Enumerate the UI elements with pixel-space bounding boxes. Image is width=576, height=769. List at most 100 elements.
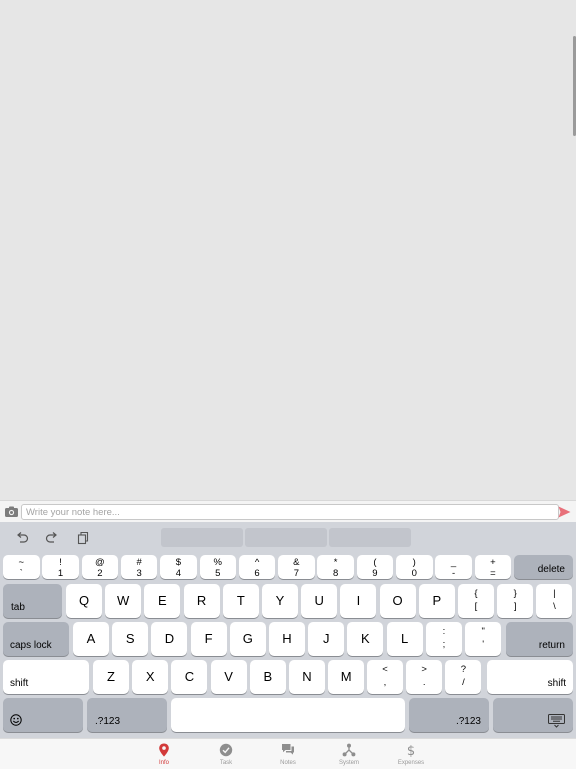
- key-label: [: [474, 601, 478, 612]
- hide-keyboard-key[interactable]: [493, 698, 573, 732]
- numbers-key-left[interactable]: .?123: [87, 698, 167, 732]
- paste-icon[interactable]: [76, 531, 90, 545]
- symbol-key[interactable]: {[: [458, 584, 494, 618]
- tab-system[interactable]: System: [319, 739, 379, 769]
- key-label: I: [356, 593, 361, 608]
- return-key[interactable]: return: [506, 622, 573, 656]
- number-key[interactable]: (9: [356, 555, 394, 579]
- tab-task[interactable]: Task: [196, 739, 256, 769]
- key-label: <: [382, 664, 388, 675]
- delete-key[interactable]: delete: [514, 555, 573, 579]
- key-label: ?: [460, 664, 467, 675]
- letter-key[interactable]: Y: [262, 584, 298, 618]
- letter-key[interactable]: A: [73, 622, 109, 656]
- tab-label: Expenses: [397, 760, 425, 766]
- number-key[interactable]: & 7: [278, 555, 315, 579]
- key-label: J: [322, 631, 330, 646]
- number-key[interactable]: ! 1: [42, 555, 79, 579]
- symbol-key[interactable]: | \: [536, 584, 573, 618]
- tab-info[interactable]: Info: [134, 739, 194, 769]
- number-key[interactable]: % 5: [199, 555, 236, 579]
- shift-key-right[interactable]: shift: [487, 660, 573, 694]
- symbol-key[interactable]: " ': [465, 622, 502, 656]
- emoji-icon: [10, 714, 22, 726]
- suggestion-slot-2[interactable]: [245, 528, 327, 547]
- number-key[interactable]: _ -: [435, 555, 472, 579]
- letter-key[interactable]: Z: [93, 660, 129, 694]
- key-label: T: [236, 593, 245, 608]
- key-label: #: [136, 557, 142, 568]
- camera-icon[interactable]: [4, 505, 19, 519]
- key-label: K: [361, 631, 370, 646]
- letter-key[interactable]: U: [301, 584, 338, 618]
- key-label: ^: [254, 557, 260, 568]
- undo-icon[interactable]: [15, 531, 29, 545]
- letter-key[interactable]: P: [418, 584, 455, 618]
- symbol-key[interactable]: >.: [406, 660, 443, 694]
- letter-key[interactable]: R: [183, 584, 220, 618]
- letter-key[interactable]: N: [289, 660, 325, 694]
- number-key[interactable]: + =: [474, 555, 512, 579]
- number-key[interactable]: ) 0: [396, 555, 433, 579]
- key-label: ": [481, 626, 485, 637]
- letter-key[interactable]: I: [340, 584, 377, 618]
- key-label: N: [302, 669, 312, 684]
- symbol-key[interactable]: :;: [426, 622, 462, 656]
- caps-lock-key[interactable]: caps lock: [3, 622, 69, 656]
- numbers-key-right[interactable]: .?123: [409, 698, 489, 732]
- key-label: ~: [18, 557, 25, 568]
- send-icon[interactable]: [558, 506, 571, 518]
- key-label: *: [333, 557, 338, 568]
- number-key[interactable]: ^ 6: [238, 555, 276, 579]
- key-label: ;: [442, 639, 446, 650]
- shift-key-left[interactable]: shift: [3, 660, 89, 694]
- symbol-key[interactable]: ? /: [445, 660, 482, 694]
- letter-key[interactable]: V: [210, 660, 247, 694]
- number-key[interactable]: $4: [160, 555, 197, 579]
- letter-key[interactable]: E: [144, 584, 181, 618]
- key-label: =: [490, 568, 496, 579]
- letter-key[interactable]: B: [249, 660, 286, 694]
- symbol-key[interactable]: }]: [497, 584, 534, 618]
- key-label: {: [474, 588, 478, 599]
- key-label: O: [392, 593, 403, 608]
- dollar-icon: $: [407, 744, 415, 757]
- key-label: R: [196, 593, 207, 608]
- number-key[interactable]: * 8: [317, 555, 354, 579]
- letter-key[interactable]: G: [229, 622, 266, 656]
- letter-key[interactable]: O: [379, 584, 416, 618]
- emoji-key[interactable]: [3, 698, 83, 732]
- key-label: W: [117, 593, 130, 608]
- number-key[interactable]: ~ `: [3, 555, 40, 579]
- letter-key[interactable]: J: [308, 622, 345, 656]
- number-key[interactable]: @2: [81, 555, 119, 579]
- key-label: 2: [97, 568, 103, 579]
- number-key[interactable]: #3: [120, 555, 158, 579]
- tab-notes[interactable]: Notes: [258, 739, 318, 769]
- letter-key[interactable]: H: [269, 622, 305, 656]
- redo-icon[interactable]: [45, 531, 59, 545]
- letter-key[interactable]: L: [386, 622, 423, 656]
- letter-key[interactable]: S: [112, 622, 149, 656]
- key-label: 0: [411, 568, 417, 579]
- letter-key[interactable]: M: [328, 660, 365, 694]
- letter-key[interactable]: Q: [66, 584, 102, 618]
- letter-key[interactable]: W: [105, 584, 142, 618]
- letter-key[interactable]: F: [190, 622, 227, 656]
- space-key[interactable]: [171, 698, 405, 732]
- note-input[interactable]: [21, 504, 559, 520]
- chat-bubbles-icon: [282, 744, 294, 755]
- symbol-key[interactable]: <,: [367, 660, 403, 694]
- key-label: @: [95, 557, 105, 568]
- tab-expenses[interactable]: $ Expenses: [381, 739, 441, 769]
- suggestion-slot-1[interactable]: [161, 528, 243, 547]
- letter-key[interactable]: X: [132, 660, 169, 694]
- tab-key[interactable]: tab: [3, 584, 62, 618]
- letter-key[interactable]: D: [151, 622, 188, 656]
- letter-key[interactable]: K: [347, 622, 384, 656]
- suggestion-slot-3[interactable]: [329, 528, 411, 547]
- letter-key[interactable]: C: [171, 660, 208, 694]
- key-label: Z: [107, 669, 115, 684]
- key-label: 3: [136, 568, 142, 579]
- letter-key[interactable]: T: [222, 584, 259, 618]
